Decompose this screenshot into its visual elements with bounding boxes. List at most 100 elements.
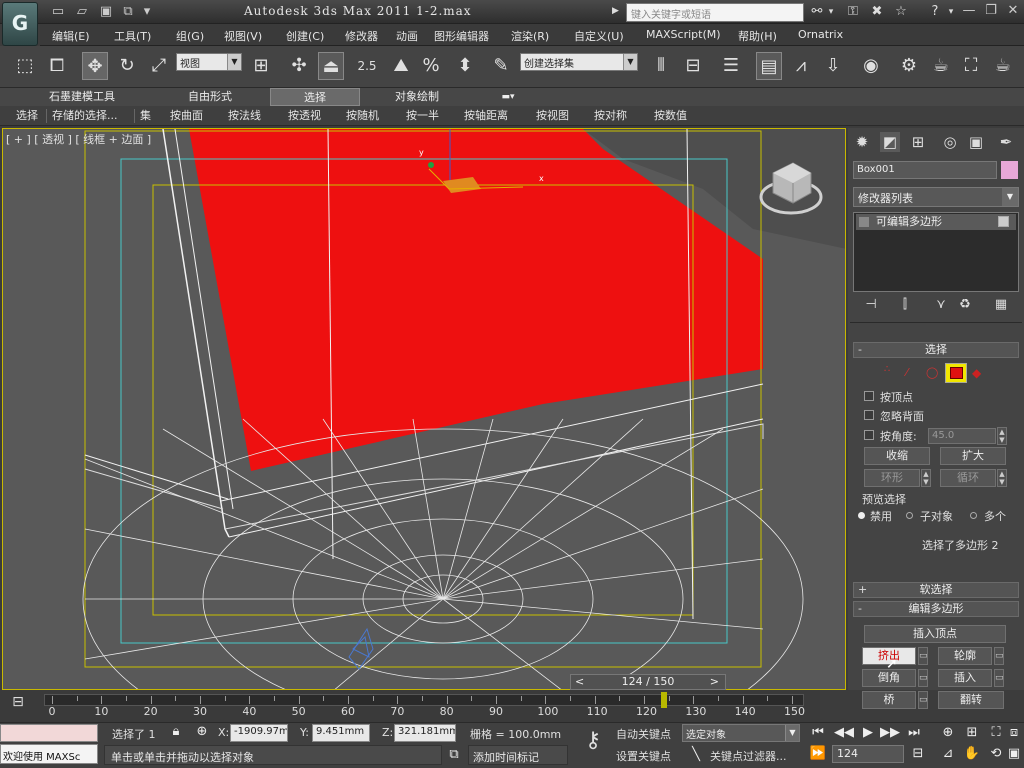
utilities-panel-icon[interactable]: ✒ bbox=[996, 132, 1016, 152]
by-angle-checkbox[interactable] bbox=[864, 430, 874, 440]
stack-item-expand-icon[interactable] bbox=[859, 217, 869, 227]
render-production-icon[interactable]: ⛶ bbox=[958, 52, 984, 80]
bridge-button[interactable]: 桥 bbox=[862, 691, 916, 709]
welcome-text[interactable]: 欢迎使用 MAXSc bbox=[0, 744, 98, 764]
zoom-all-icon[interactable]: ⊞ bbox=[962, 724, 982, 742]
inset-button[interactable]: 插入 bbox=[938, 669, 992, 687]
key-mode-selection-dropdown[interactable]: 选定对象 ▼ bbox=[682, 724, 800, 742]
x-coordinate-field[interactable]: -1909.97m bbox=[230, 724, 288, 742]
time-slider[interactable]: < 124 / 150 > bbox=[570, 674, 726, 690]
ring-button[interactable]: 环形 bbox=[864, 469, 920, 487]
play-icon[interactable]: ▶ bbox=[858, 724, 878, 742]
time-configuration-icon[interactable]: ⊟ bbox=[908, 745, 928, 763]
rendered-frame-window-icon[interactable]: ☕ bbox=[928, 52, 954, 80]
menu-customize[interactable]: 自定义(U) bbox=[574, 28, 624, 44]
time-tag-icon[interactable]: ⧉ bbox=[444, 746, 464, 764]
modify-panel-icon[interactable]: ◩ bbox=[880, 132, 900, 152]
previous-frame-icon[interactable]: ◀◀ bbox=[834, 724, 854, 742]
angle-value-field[interactable]: 45.0 bbox=[928, 428, 996, 444]
configure-modifier-sets-icon[interactable]: ▦ bbox=[992, 296, 1010, 314]
viewport-label[interactable]: [ + ] [ 透视 ] [ 线框 + 边面 ] bbox=[6, 131, 151, 147]
set-key-button[interactable]: 设置关键点 bbox=[616, 748, 671, 764]
maximize-viewport-icon[interactable]: ▣ bbox=[1004, 745, 1024, 763]
bevel-settings-icon[interactable]: ▭ bbox=[918, 669, 928, 687]
extrude-settings-icon[interactable]: ▭ bbox=[918, 647, 928, 665]
trackbar[interactable]: ⊟ 0 10 20 30 40 50 60 70 80 90 100 110 120 130 140 150 bbox=[0, 690, 820, 722]
flip-button[interactable]: 翻转 bbox=[938, 691, 1004, 709]
project-folder-icon[interactable]: ⧉ bbox=[120, 4, 136, 20]
absolute-mode-transform-icon[interactable]: ⊕ bbox=[192, 723, 212, 741]
select-region-icon[interactable]: ⧠ bbox=[44, 52, 70, 80]
tab-object-paint[interactable]: 对象绘制 bbox=[372, 88, 462, 106]
close-icon[interactable]: ✕ bbox=[1002, 2, 1024, 20]
menu-animation[interactable]: 动画 bbox=[396, 28, 418, 44]
search-input[interactable]: 键入关键字或短语 bbox=[626, 3, 804, 22]
hierarchy-panel-icon[interactable]: ⊞ bbox=[908, 132, 928, 152]
display-panel-icon[interactable]: ▣ bbox=[966, 132, 986, 152]
help-dropdown-icon[interactable]: ▾ bbox=[946, 4, 956, 20]
ribbon-options-icon[interactable]: ▬▾ bbox=[494, 88, 522, 106]
ribbon-by-random-button[interactable]: 按随机 bbox=[346, 108, 379, 124]
search-expand-icon[interactable]: ▶ bbox=[612, 6, 619, 16]
edge-mode-icon[interactable]: ⁄ bbox=[906, 366, 908, 379]
subscription-key-icon[interactable]: ⚿ bbox=[844, 4, 862, 20]
tab-selection[interactable]: 选择 bbox=[270, 88, 360, 106]
ribbon-by-numeric-button[interactable]: 按数值 bbox=[654, 108, 687, 124]
menu-rendering[interactable]: 渲染(R) bbox=[511, 28, 549, 44]
key-filters-button[interactable]: 关键点过滤器... bbox=[710, 748, 787, 764]
zoom-extents-all-icon[interactable]: ⧈ bbox=[1004, 724, 1024, 742]
restore-icon[interactable]: ❐ bbox=[980, 2, 1002, 20]
current-frame-field[interactable]: 124 bbox=[832, 745, 904, 763]
preview-multi-radio[interactable] bbox=[970, 512, 977, 519]
preview-subobject-radio[interactable] bbox=[906, 512, 913, 519]
stack-item-editable-poly[interactable]: 可编辑多边形 bbox=[856, 214, 1016, 230]
zoom-extents-icon[interactable]: ⛶ bbox=[986, 724, 1006, 742]
set-key-icon[interactable]: ⚷ bbox=[578, 728, 608, 758]
tab-graphite-modeling[interactable]: 石墨建模工具 bbox=[30, 88, 134, 106]
loop-button[interactable]: 循环 bbox=[940, 469, 996, 487]
ribbon-by-symmetry-button[interactable]: 按对称 bbox=[594, 108, 627, 124]
select-scale-icon[interactable]: ⤢ bbox=[146, 52, 172, 80]
ribbon-by-half-button[interactable]: 按一半 bbox=[406, 108, 439, 124]
ring-spinner[interactable]: ▲ ▼ bbox=[921, 469, 931, 487]
menu-tools[interactable]: 工具(T) bbox=[114, 28, 151, 44]
graphite-modeling-tools-icon[interactable]: ▤ bbox=[756, 52, 782, 80]
menu-group[interactable]: 组(G) bbox=[176, 28, 204, 44]
ribbon-by-pivot-distance-button[interactable]: 按轴距离 bbox=[464, 108, 508, 124]
make-unique-icon[interactable]: ⋎ bbox=[932, 296, 950, 314]
render-teapot-icon[interactable]: ☕ bbox=[990, 52, 1016, 80]
ribbon-by-surface-button[interactable]: 按曲面 bbox=[170, 108, 203, 124]
new-file-icon[interactable]: ▭ bbox=[50, 4, 66, 20]
object-name-field[interactable]: Box001 bbox=[853, 161, 997, 179]
stack-item-toggle-icon[interactable] bbox=[998, 216, 1009, 227]
curve-editor-icon[interactable]: ⩘ bbox=[788, 52, 814, 80]
edit-polygons-rollout-header[interactable]: - 编辑多边形 bbox=[853, 601, 1019, 617]
show-end-result-icon[interactable]: ⫿ bbox=[896, 296, 914, 314]
percent-snap-icon[interactable]: % bbox=[418, 52, 444, 80]
communication-icon[interactable]: ✖ bbox=[868, 4, 886, 20]
loop-spinner[interactable]: ▲ ▼ bbox=[997, 469, 1007, 487]
select-manipulate-icon[interactable]: ✣ bbox=[286, 52, 312, 80]
render-setup-icon[interactable]: ⚙ bbox=[896, 52, 922, 80]
outline-settings-icon[interactable]: ▭ bbox=[994, 647, 1004, 665]
selection-lock-icon[interactable]: 🔒︎ bbox=[166, 723, 186, 741]
grow-button[interactable]: 扩大 bbox=[940, 447, 1006, 465]
mini-curve-editor-icon[interactable]: ⊟ bbox=[4, 694, 32, 716]
pan-view-icon[interactable]: ✋ bbox=[962, 745, 982, 763]
key-mode-toggle-icon[interactable]: ⏩ bbox=[808, 745, 828, 763]
object-color-swatch[interactable] bbox=[1001, 161, 1018, 179]
motion-panel-icon[interactable]: ◎ bbox=[940, 132, 960, 152]
menu-edit[interactable]: 编辑(E) bbox=[52, 28, 90, 44]
field-of-view-icon[interactable]: ⊿ bbox=[938, 745, 958, 763]
maxscript-listener-mini[interactable] bbox=[0, 724, 98, 742]
shrink-button[interactable]: 收缩 bbox=[864, 447, 930, 465]
ribbon-set-button[interactable]: 集 bbox=[140, 108, 151, 124]
snap-toggle-icon[interactable]: 2.5 bbox=[354, 52, 380, 80]
material-editor-icon[interactable]: ◉ bbox=[858, 52, 884, 80]
schematic-view-icon[interactable]: ⇩ bbox=[820, 52, 846, 80]
ribbon-by-normal-button[interactable]: 按法线 bbox=[228, 108, 261, 124]
zoom-icon[interactable]: ⊕ bbox=[938, 724, 958, 742]
spinner-snap-icon[interactable]: ⬍ bbox=[452, 52, 478, 80]
select-move-icon[interactable]: ✥ bbox=[82, 52, 108, 80]
menu-help[interactable]: 帮助(H) bbox=[738, 28, 777, 44]
